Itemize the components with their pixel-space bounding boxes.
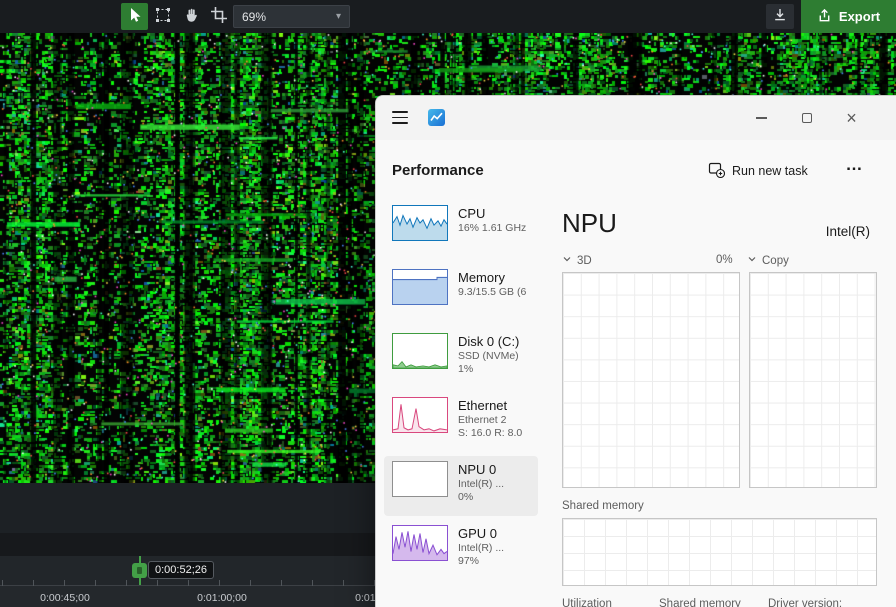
run-new-task-button[interactable]: Run new task [708, 158, 808, 184]
sidebar-item-detail: S: 16.0 R: 8.0 [458, 427, 534, 440]
timeline-label: 0:01:00;00 [197, 592, 247, 604]
task-manager-titlebar[interactable]: × [376, 96, 896, 140]
sidebar-item-detail: Intel(R) ... [458, 478, 534, 491]
sidebar-item-name: GPU 0 [458, 525, 534, 542]
sidebar-item-detail: 9.3/15.5 GB (6 [458, 286, 534, 299]
sidebar-item-detail: 1% [458, 363, 534, 376]
sidebar-item-name: NPU 0 [458, 461, 534, 478]
sidebar-item-detail: 16% 1.61 GHz [458, 222, 534, 235]
sidebar-item-disk[interactable]: Disk 0 (C:) SSD (NVMe) 1% [384, 328, 538, 388]
performance-sidebar: CPU 16% 1.61 GHz Memory 9.3/15.5 GB (6 [384, 200, 538, 584]
transform-icon [155, 7, 171, 26]
zoom-dropdown[interactable]: 69% ▾ [233, 5, 350, 28]
pan-tool-button[interactable] [177, 3, 204, 30]
task-manager-window: × Performance Run new task … [375, 95, 896, 607]
dropdown-label: Copy [762, 255, 789, 267]
window-controls: × [739, 96, 874, 140]
crop-tool-button[interactable] [205, 3, 232, 30]
more-options-button[interactable]: … [839, 152, 869, 178]
chart-engine-dropdown-copy[interactable]: Copy [747, 254, 789, 267]
sidebar-item-detail: Intel(R) ... [458, 542, 534, 555]
maximize-icon [802, 113, 812, 123]
hand-icon [183, 7, 199, 26]
select-tool-button[interactable] [121, 3, 148, 30]
chevron-down-icon [562, 254, 572, 267]
sidebar-item-cpu[interactable]: CPU 16% 1.61 GHz [384, 200, 538, 260]
npu-graph-thumbnail [392, 461, 448, 497]
sidebar-item-name: Memory [458, 269, 534, 286]
export-label: Export [839, 9, 880, 24]
cpu-graph-thumbnail [392, 205, 448, 241]
npu-panel-title: NPU [562, 208, 617, 239]
task-manager-app-icon [428, 109, 445, 131]
sidebar-item-name: Disk 0 (C:) [458, 333, 534, 350]
chart-3d-percent: 0% [716, 254, 733, 266]
tool-group [121, 3, 232, 30]
disk-graph-thumbnail [392, 333, 448, 369]
transform-tool-button[interactable] [149, 3, 176, 30]
cursor-arrow-icon [127, 7, 143, 26]
minimize-icon [756, 117, 767, 118]
screen: 69% ▾ Export [0, 0, 896, 607]
export-button[interactable]: Export [801, 0, 896, 33]
zoom-value: 69% [242, 10, 266, 24]
page-title: Performance [392, 162, 484, 179]
timeline-label: 0:00:45;00 [40, 592, 90, 604]
close-icon: × [846, 109, 857, 127]
sidebar-item-ethernet[interactable]: Ethernet Ethernet 2 S: 16.0 R: 8.0 [384, 392, 538, 452]
chevron-down-icon [747, 254, 757, 267]
minimize-button[interactable] [739, 96, 784, 140]
npu-3d-chart [562, 272, 740, 488]
npu-vendor-label: Intel(R) [826, 224, 870, 239]
new-task-icon [708, 161, 725, 181]
hamburger-menu-button[interactable] [392, 111, 408, 124]
footer-driver-version-label: Driver version: [768, 598, 842, 607]
chart-engine-dropdown-3d[interactable]: 3D [562, 254, 592, 267]
editor-toolbar: 69% ▾ Export [0, 0, 896, 33]
download-icon [772, 7, 788, 26]
download-button[interactable] [766, 4, 794, 29]
dropdown-label: 3D [577, 255, 592, 267]
sidebar-item-npu[interactable]: NPU 0 Intel(R) ... 0% [384, 456, 538, 516]
footer-shared-memory-label: Shared memory [659, 598, 741, 607]
chevron-down-icon: ▾ [336, 11, 341, 22]
npu-copy-chart [749, 272, 877, 488]
sidebar-item-name: Ethernet [458, 397, 534, 414]
footer-utilization-label: Utilization [562, 598, 612, 607]
memory-graph-thumbnail [392, 269, 448, 305]
run-new-task-label: Run new task [732, 164, 808, 178]
close-button[interactable]: × [829, 96, 874, 140]
sidebar-item-name: CPU [458, 205, 534, 222]
share-export-icon [817, 8, 832, 26]
sidebar-item-gpu[interactable]: GPU 0 Intel(R) ... 97% [384, 520, 538, 580]
playhead-handle[interactable] [132, 563, 147, 578]
shared-memory-label: Shared memory [562, 500, 644, 512]
sidebar-item-detail: Ethernet 2 [458, 414, 534, 427]
shared-memory-chart [562, 518, 877, 586]
sidebar-item-detail: 0% [458, 491, 534, 504]
crop-icon [211, 7, 227, 26]
ethernet-graph-thumbnail [392, 397, 448, 433]
playhead-timecode-badge: 0:00:52;26 [148, 561, 214, 579]
sidebar-item-detail: SSD (NVMe) [458, 350, 534, 363]
sidebar-item-memory[interactable]: Memory 9.3/15.5 GB (6 [384, 264, 538, 324]
sidebar-item-detail: 97% [458, 555, 534, 568]
maximize-button[interactable] [784, 96, 829, 140]
gpu-graph-thumbnail [392, 525, 448, 561]
